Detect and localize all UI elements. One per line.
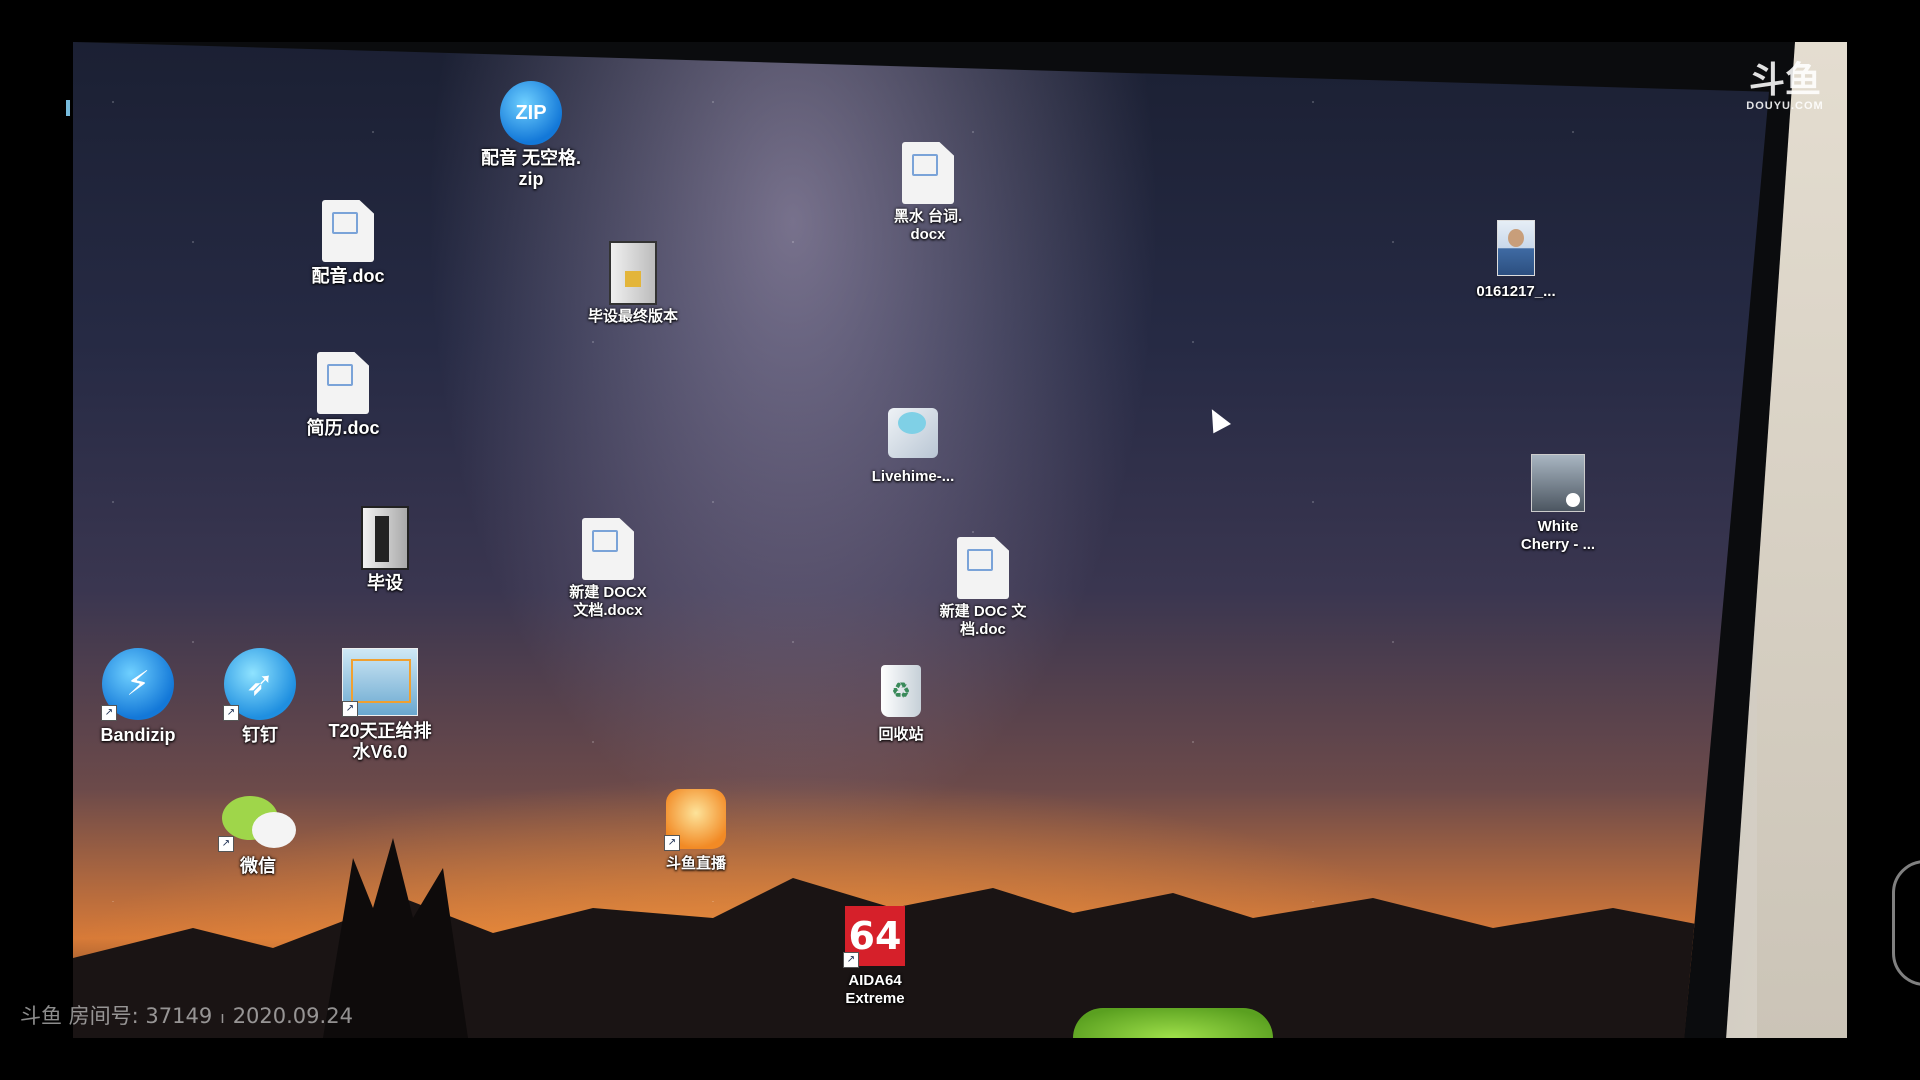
- desktop-icon-label: 微信: [240, 856, 276, 876]
- wechat-icon: ↗: [218, 792, 298, 852]
- desktop-icon-label: 配音.doc: [311, 266, 385, 286]
- desktop-icon-label: 钉钉: [242, 725, 278, 745]
- desktop-icon-label: 斗鱼直播: [665, 855, 726, 872]
- douyu-live-icon: ↗: [664, 787, 728, 851]
- separator: ı: [220, 1008, 225, 1027]
- desktop-icon-douyu-live[interactable]: ↗ 斗鱼直播: [631, 787, 761, 873]
- shortcut-arrow-icon: ↗: [223, 705, 239, 721]
- desktop-icon-recycle-bin[interactable]: ♻ 回收站: [836, 660, 966, 744]
- camera-photo-of-monitor: ZIP 配音 无空格. zip 配音.doc 黑水 台词. docx 毕设最终版…: [73, 42, 1847, 1038]
- desktop-icon-new-docx[interactable]: 新建 DOCX 文档.docx: [543, 518, 673, 620]
- shortcut-arrow-icon: ↗: [101, 705, 117, 721]
- desktop-icon-label: 黑水 台词. docx: [893, 208, 963, 243]
- desktop-wallpaper: ZIP 配音 无空格. zip 配音.doc 黑水 台词. docx 毕设最终版…: [73, 42, 1769, 1038]
- douyu-logo-url: DOUYU.COM: [1746, 100, 1824, 112]
- desktop-icon-jianli-doc[interactable]: 简历.doc: [278, 352, 408, 439]
- shortcut-arrow-icon: ↗: [218, 836, 234, 852]
- desktop-icon-label: 简历.doc: [306, 418, 380, 438]
- recycle-bin-icon: ♻: [870, 660, 932, 722]
- edge-marker: [66, 100, 70, 116]
- bandizip-icon: ⚡ ↗: [101, 647, 175, 721]
- desktop-icon-white-cherry[interactable]: White Cherry - ...: [1493, 452, 1623, 554]
- room-number: 斗鱼 房间号: 37149: [20, 1004, 213, 1028]
- tangent-cad-icon: ↗: [342, 647, 418, 717]
- desktop-icon-photo-0161217[interactable]: 0161217_...: [1451, 217, 1581, 301]
- desktop-icon-new-doc[interactable]: 新建 DOC 文 档.doc: [918, 537, 1048, 639]
- desktop-icon-bishe[interactable]: 毕设: [320, 506, 450, 594]
- desktop-icon-heishui-docx[interactable]: 黑水 台词. docx: [863, 142, 993, 244]
- desktop-icon-wechat[interactable]: ↗ 微信: [193, 792, 323, 877]
- word-document-icon: [317, 200, 379, 262]
- word-document-icon: [577, 518, 639, 580]
- video-frame: ZIP 配音 无空格. zip 配音.doc 黑水 台词. docx 毕设最终版…: [0, 0, 1920, 1080]
- shortcut-arrow-icon: ↗: [664, 835, 680, 851]
- desktop-icon-label: 新建 DOCX 文档.docx: [569, 584, 647, 619]
- douyu-logo-text: 斗鱼: [1748, 60, 1821, 101]
- green-foreground-object: [1073, 1008, 1273, 1038]
- desktop-icon-label: Bandizip: [100, 725, 176, 745]
- word-document-icon: [952, 537, 1014, 599]
- installer-icon: [882, 402, 944, 464]
- desktop-icon-label: White Cherry - ...: [1520, 518, 1596, 553]
- photo-thumbnail-icon: [1485, 217, 1547, 279]
- side-control-handle[interactable]: [1892, 860, 1920, 986]
- desktop-icon-label: 配音 无空格. zip: [480, 148, 581, 189]
- rar-archive-icon: [602, 241, 664, 305]
- desktop-icon-t20[interactable]: ↗ T20天正给排 水V6.0: [315, 647, 445, 763]
- word-document-icon: [312, 352, 374, 414]
- desktop-icon-label: 毕设: [367, 573, 403, 593]
- dingtalk-icon: ➶ ↗: [223, 647, 297, 721]
- rar-archive-icon: [354, 506, 416, 570]
- shortcut-arrow-icon: ↗: [843, 952, 859, 968]
- desktop-icon-livehime[interactable]: Livehime-...: [848, 402, 978, 486]
- desktop-icon-peiyin-doc[interactable]: 配音.doc: [283, 200, 413, 287]
- desktop-icon-label: 0161217_...: [1476, 283, 1556, 300]
- word-document-icon: [897, 142, 959, 204]
- desktop-icon-label: T20天正给排 水V6.0: [328, 721, 432, 762]
- stream-date: 2020.09.24: [232, 1004, 353, 1028]
- douyu-watermark: 斗鱼 DOUYU.COM: [1730, 60, 1840, 113]
- zip-archive-icon: ZIP: [500, 81, 562, 145]
- desktop-icon-label: 回收站: [878, 726, 924, 743]
- desktop-icon-label: 新建 DOC 文 档.doc: [939, 603, 1027, 638]
- desktop-icon-label: AIDA64 Extreme: [845, 972, 905, 1007]
- aida64-icon: 64 ↗: [843, 904, 907, 968]
- desktop-icon-dingding[interactable]: ➶ ↗ 钉钉: [195, 647, 325, 746]
- desktop-icon-bandizip[interactable]: ⚡ ↗ Bandizip: [73, 647, 203, 746]
- desktop-icon-label: Livehime-...: [871, 468, 955, 485]
- desktop-icon-bishe-final[interactable]: 毕设最终版本: [568, 241, 698, 326]
- video-file-icon: [1527, 452, 1589, 514]
- shortcut-arrow-icon: ↗: [342, 701, 358, 717]
- desktop-icon-peiyin-zip[interactable]: ZIP 配音 无空格. zip: [466, 81, 596, 190]
- stream-info: 斗鱼 房间号: 37149 ı 2020.09.24: [20, 1000, 353, 1030]
- desktop-icon-aida64[interactable]: 64 ↗ AIDA64 Extreme: [810, 904, 940, 1008]
- desktop-icon-label: 毕设最终版本: [587, 308, 678, 325]
